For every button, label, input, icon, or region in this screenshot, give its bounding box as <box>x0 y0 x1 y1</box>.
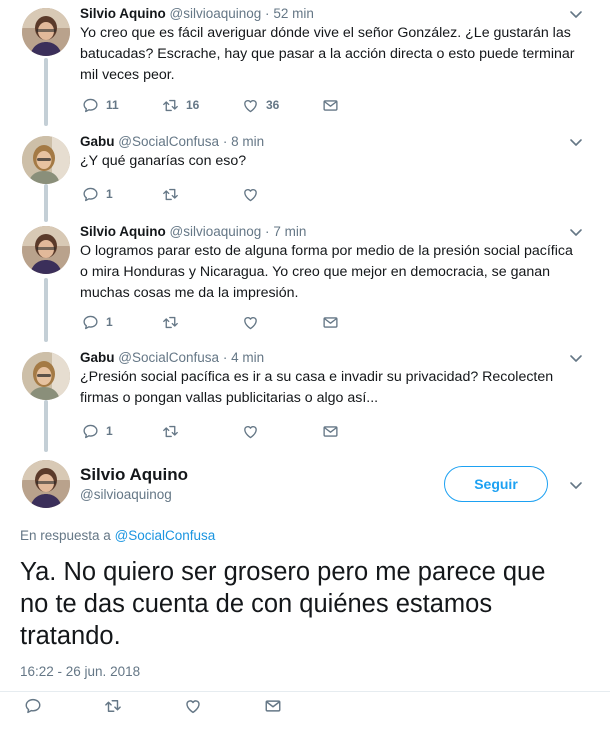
direct-message-button[interactable] <box>264 697 344 715</box>
tweet-timestamp[interactable]: 16:22 - 26 jun. 2018 <box>20 664 140 679</box>
tweet-actions: 1 <box>82 422 402 440</box>
author-name[interactable]: Gabu <box>80 134 115 149</box>
tweet-text: Yo creo que es fácil averiguar dónde viv… <box>80 25 575 83</box>
retweet-button[interactable] <box>162 314 242 331</box>
tweet-text: O logramos parar esto de alguna forma po… <box>80 243 573 301</box>
chevron-down-icon[interactable] <box>568 477 584 493</box>
avatar[interactable] <box>22 136 70 184</box>
tweet-header: Silvio Aquino @silvioaquinog · 7 min <box>80 224 306 239</box>
avatar[interactable] <box>22 226 70 274</box>
retweet-button[interactable]: 16 <box>162 97 242 114</box>
tweet-time[interactable]: 7 min <box>273 224 306 239</box>
chevron-down-icon[interactable] <box>568 134 584 150</box>
main-tweet-text: Ya. No quiero ser grosero pero me parece… <box>20 558 546 650</box>
reply-prefix: En respuesta a <box>20 528 115 543</box>
reply-count: 11 <box>106 98 119 112</box>
like-button[interactable] <box>242 423 322 440</box>
like-button[interactable] <box>242 314 322 331</box>
heart-icon <box>242 314 259 331</box>
reply-context: En respuesta a @SocialConfusa <box>20 528 215 543</box>
tweet-time[interactable]: 4 min <box>231 350 264 365</box>
author-name[interactable]: Silvio Aquino <box>80 6 166 21</box>
separator-dot: · <box>265 6 270 21</box>
separator-dot: · <box>222 350 228 365</box>
reply-button[interactable] <box>24 697 104 715</box>
envelope-icon <box>322 97 339 114</box>
like-button[interactable] <box>242 186 322 203</box>
chevron-down-icon[interactable] <box>568 224 584 240</box>
reply-icon <box>24 697 42 715</box>
author-name[interactable]: Gabu <box>80 350 115 365</box>
thread-tweet[interactable]: Silvio Aquino @silvioaquinog · 7 min O l… <box>0 218 610 342</box>
envelope-icon <box>322 423 339 440</box>
tweet-text: ¿Y qué ganarías con eso? <box>80 153 247 169</box>
retweet-button[interactable] <box>162 186 242 203</box>
direct-message-button[interactable] <box>322 314 402 331</box>
reply-count: 1 <box>106 187 113 201</box>
tweet-header: Gabu @SocialConfusa · 4 min <box>80 350 264 365</box>
tweet-header: Silvio Aquino @silvioaquinog · 52 min <box>80 6 314 21</box>
tweet-text: ¿Presión social pacífica es ir a su casa… <box>80 369 554 406</box>
like-count: 36 <box>266 98 280 112</box>
direct-message-button[interactable] <box>322 97 402 114</box>
avatar[interactable] <box>22 460 70 508</box>
thread-tweet[interactable]: Silvio Aquino @silvioaquinog · 52 min Yo… <box>0 0 610 126</box>
retweet-icon <box>162 314 179 331</box>
avatar[interactable] <box>22 352 70 400</box>
reply-count: 1 <box>106 315 113 329</box>
chevron-down-icon[interactable] <box>568 350 584 366</box>
tweet-header: Gabu @SocialConfusa · 8 min <box>80 134 264 149</box>
retweet-icon <box>162 423 179 440</box>
separator-dot: · <box>222 134 228 149</box>
tweet-actions: 1 <box>82 185 322 203</box>
retweet-icon <box>104 697 122 715</box>
retweet-icon <box>162 186 179 203</box>
heart-icon <box>242 186 259 203</box>
author-handle[interactable]: @SocialConfusa <box>118 134 219 149</box>
thread-tweet[interactable]: Gabu @SocialConfusa · 4 min ¿Presión soc… <box>0 344 610 452</box>
reply-button[interactable]: 11 <box>82 97 162 114</box>
divider <box>0 691 610 692</box>
author-name[interactable]: Silvio Aquino <box>80 465 188 485</box>
reply-icon <box>82 423 99 440</box>
tweet-time[interactable]: 8 min <box>231 134 264 149</box>
reply-button[interactable]: 1 <box>82 186 162 203</box>
tweet-actions: 1 <box>82 313 402 331</box>
envelope-icon <box>322 314 339 331</box>
like-button[interactable] <box>184 697 264 715</box>
author-handle[interactable]: @silvioaquinog <box>170 224 262 239</box>
author-handle[interactable]: @silvioaquinog <box>170 6 262 21</box>
heart-icon <box>242 97 259 114</box>
heart-icon <box>184 697 202 715</box>
heart-icon <box>242 423 259 440</box>
tweet-actions: 11 16 36 <box>82 96 402 114</box>
tweet-time[interactable]: 52 min <box>273 6 314 21</box>
reply-button[interactable]: 1 <box>82 314 162 331</box>
like-button[interactable]: 36 <box>242 97 322 114</box>
reply-icon <box>82 314 99 331</box>
direct-message-button[interactable] <box>322 423 402 440</box>
main-tweet-actions <box>24 697 344 715</box>
reply-mention-link[interactable]: @SocialConfusa <box>115 528 216 543</box>
retweet-count: 16 <box>186 98 200 112</box>
separator-dot: · <box>265 224 270 239</box>
retweet-button[interactable] <box>104 697 184 715</box>
chevron-down-icon[interactable] <box>568 6 584 22</box>
author-handle[interactable]: @silvioaquinog <box>80 487 172 502</box>
reply-button[interactable]: 1 <box>82 423 162 440</box>
avatar[interactable] <box>22 8 70 56</box>
follow-button[interactable]: Seguir <box>444 466 548 502</box>
envelope-icon <box>264 697 282 715</box>
reply-icon <box>82 186 99 203</box>
retweet-icon <box>162 97 179 114</box>
author-handle[interactable]: @SocialConfusa <box>118 350 219 365</box>
reply-icon <box>82 97 99 114</box>
thread-tweet[interactable]: Gabu @SocialConfusa · 8 min ¿Y qué ganar… <box>0 128 610 220</box>
reply-count: 1 <box>106 424 113 438</box>
author-name[interactable]: Silvio Aquino <box>80 224 166 239</box>
retweet-button[interactable] <box>162 423 242 440</box>
